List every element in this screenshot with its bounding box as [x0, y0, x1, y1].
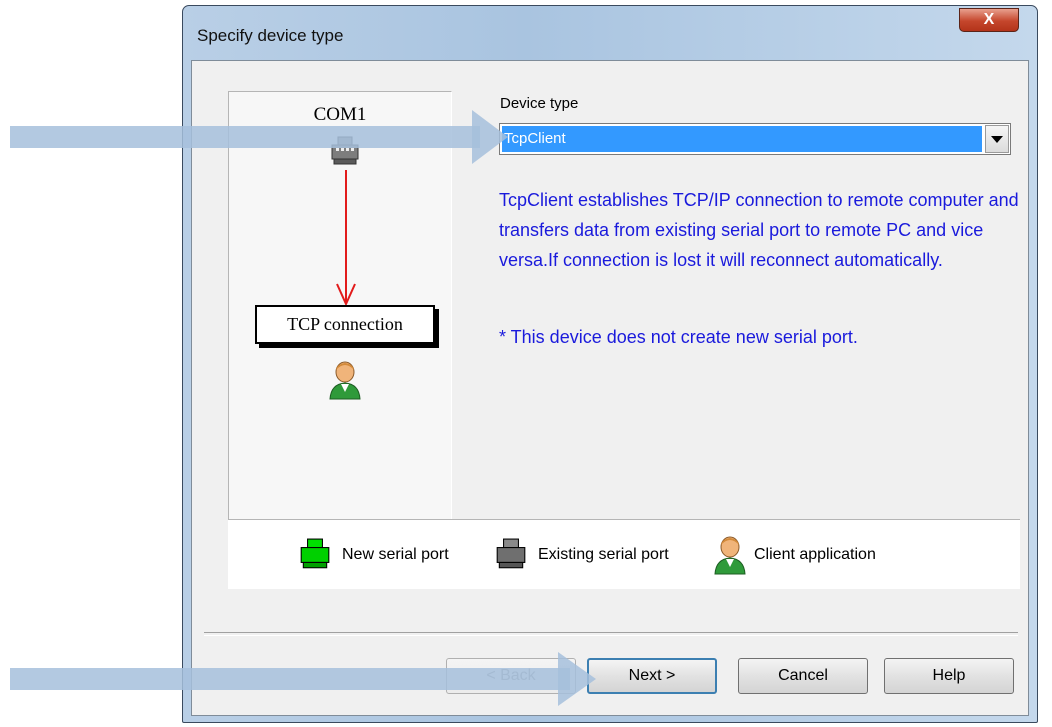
device-type-selected[interactable]: TcpClient: [502, 126, 982, 152]
existing-serial-port-icon: [496, 538, 526, 569]
legend-new-port-label: New serial port: [342, 546, 449, 563]
legend-existing-port: Existing serial port: [490, 520, 669, 590]
new-serial-port-icon: [300, 538, 330, 569]
help-button[interactable]: Help: [884, 658, 1014, 694]
annotation-arrow-icon: [10, 652, 596, 706]
device-type-dropdown[interactable]: TcpClient: [499, 123, 1011, 155]
legend-client-app: Client application: [712, 520, 876, 590]
legend-panel: New serial port Existing serial port Cli…: [228, 519, 1020, 589]
button-separator: [204, 632, 1018, 636]
legend-new-port: New serial port: [294, 520, 449, 590]
device-type-label: Device type: [500, 95, 579, 112]
device-description: TcpClient establishes TCP/IP connection …: [499, 190, 1019, 270]
title-bar[interactable]: Specify device type X: [183, 6, 1037, 62]
next-button[interactable]: Next >: [587, 658, 717, 694]
arrow-down-icon: [336, 283, 356, 306]
device-note: * This device does not create new serial…: [499, 327, 858, 347]
legend-client-app-label: Client application: [754, 546, 876, 563]
annotation-arrow-icon: [10, 110, 508, 164]
cancel-button[interactable]: Cancel: [738, 658, 868, 694]
tcp-connection-box: TCP connection: [255, 305, 435, 344]
chevron-down-icon[interactable]: [985, 125, 1009, 153]
window-title: Specify device type: [197, 26, 344, 45]
close-button[interactable]: X: [959, 8, 1019, 32]
client-application-icon: [329, 361, 361, 400]
legend-existing-port-label: Existing serial port: [538, 546, 669, 563]
client-application-icon: [714, 536, 746, 575]
